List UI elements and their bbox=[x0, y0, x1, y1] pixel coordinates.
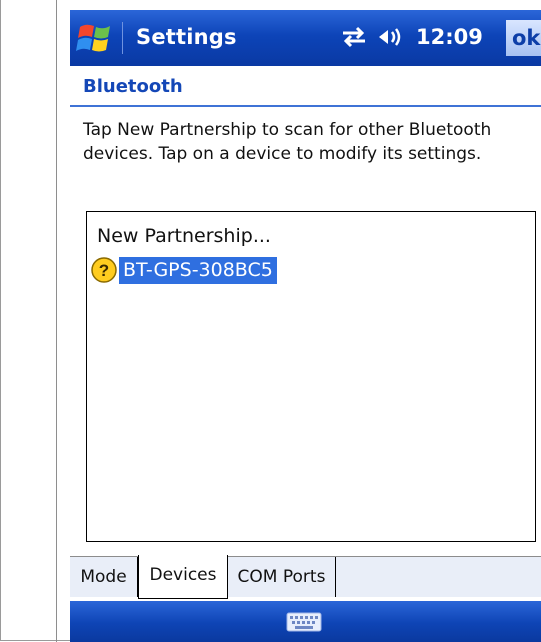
tab-com-ports[interactable]: COM Ports bbox=[228, 557, 336, 597]
tab-bar: Mode Devices COM Ports bbox=[70, 555, 541, 602]
softkey-bar bbox=[70, 601, 541, 642]
connectivity-icon[interactable] bbox=[339, 25, 369, 49]
page-header: Bluetooth bbox=[70, 66, 541, 105]
app-title: Settings bbox=[136, 25, 237, 49]
top-strip bbox=[70, 0, 541, 10]
device-list[interactable]: New Partnership... ? BT-GPS-308BC5 bbox=[86, 211, 536, 542]
tab-devices[interactable]: Devices bbox=[138, 555, 228, 599]
frame-divider bbox=[56, 0, 57, 642]
svg-text:?: ? bbox=[99, 261, 109, 280]
clock[interactable]: 12:09 bbox=[416, 25, 483, 49]
list-item-device[interactable]: ? BT-GPS-308BC5 bbox=[91, 256, 277, 284]
list-item-new-partnership[interactable]: New Partnership... bbox=[97, 225, 271, 247]
instructions-text: Tap New Partnership to scan for other Bl… bbox=[83, 120, 492, 164]
device-label[interactable]: BT-GPS-308BC5 bbox=[119, 256, 277, 284]
windows-start-icon[interactable] bbox=[76, 21, 116, 57]
unknown-device-icon: ? bbox=[91, 257, 117, 283]
page-title: Bluetooth bbox=[83, 76, 183, 97]
title-bar: Settings 12:09 ok bbox=[70, 10, 541, 66]
title-separator bbox=[122, 22, 123, 54]
ok-button[interactable]: ok bbox=[506, 20, 541, 56]
volume-icon[interactable] bbox=[376, 24, 406, 50]
tab-mode[interactable]: Mode bbox=[70, 557, 138, 597]
tab-bar-filler bbox=[336, 557, 541, 597]
device-screen: Settings 12:09 ok Bluetooth Tap New Part… bbox=[70, 0, 541, 642]
header-divider bbox=[70, 105, 541, 107]
keyboard-icon[interactable] bbox=[286, 611, 322, 633]
